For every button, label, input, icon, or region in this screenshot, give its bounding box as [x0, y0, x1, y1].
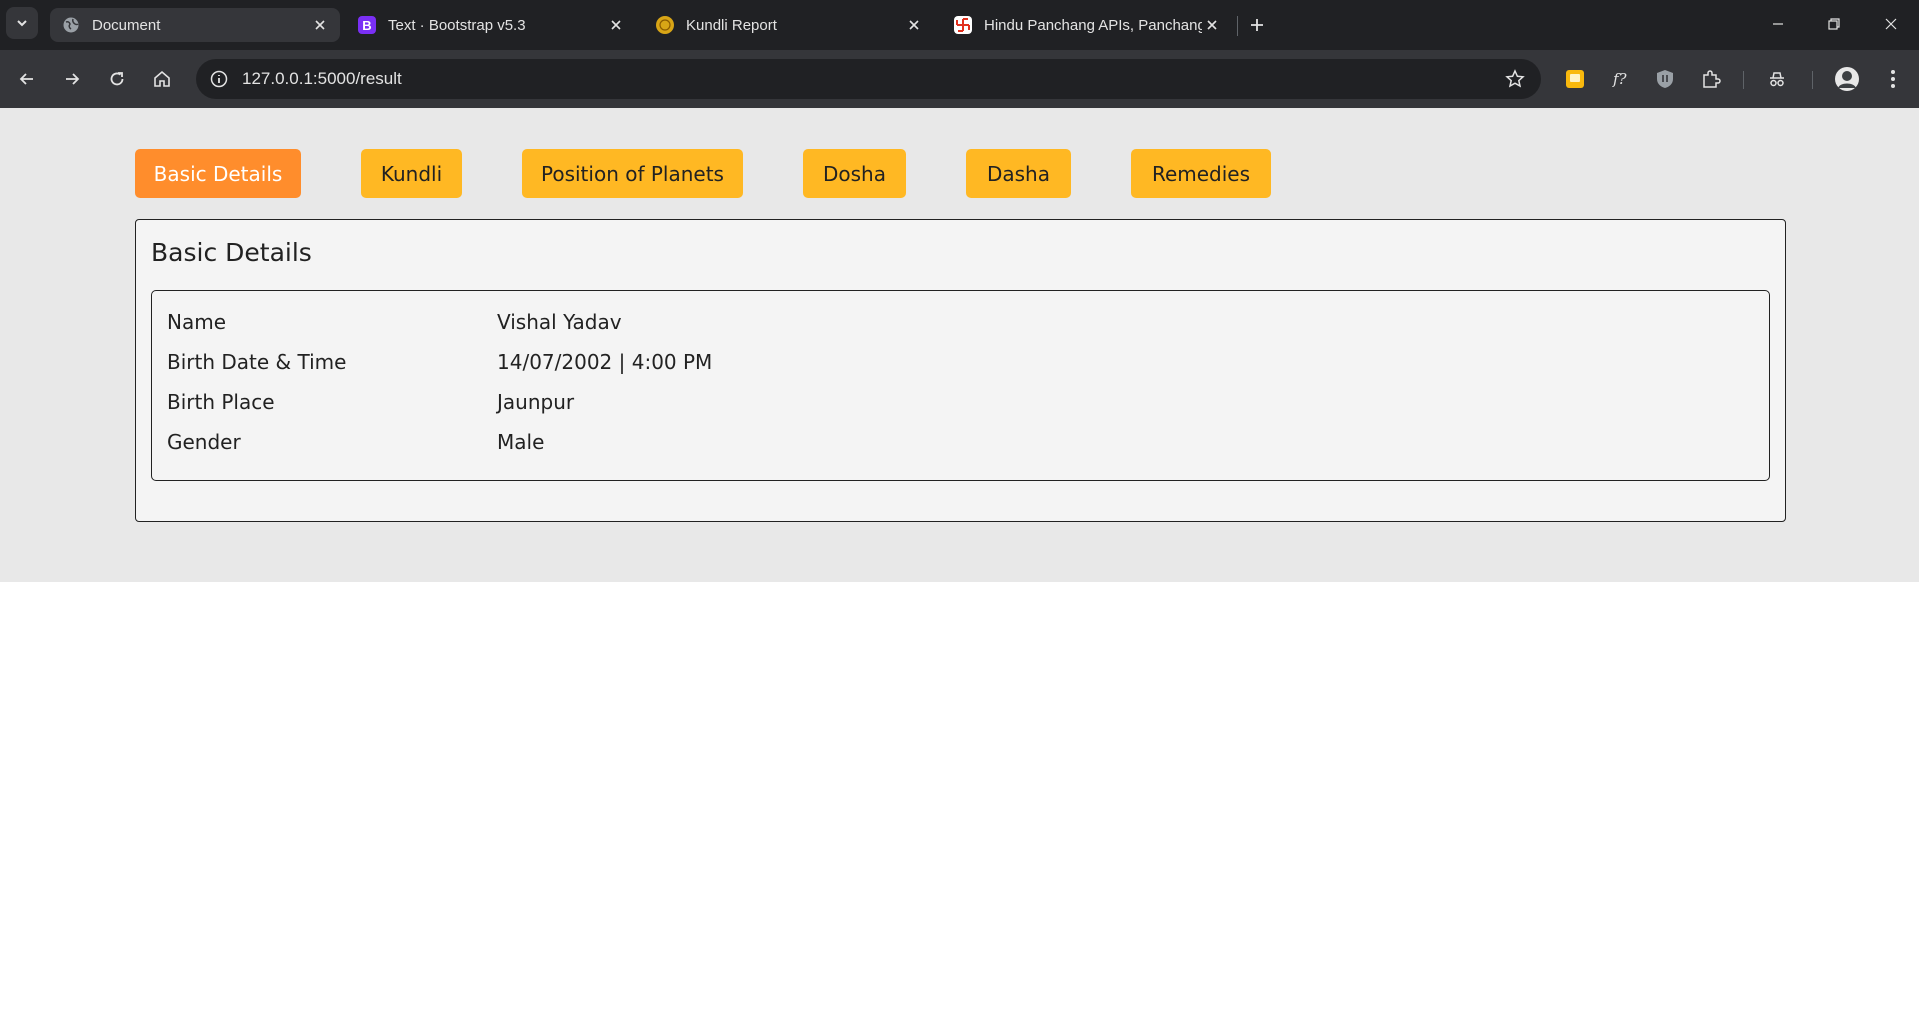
tab-title: Text · Bootstrap v5.3 [388, 16, 526, 34]
avatar-icon [1835, 67, 1859, 91]
extension-fonts-button[interactable]: f? [1606, 64, 1636, 94]
nav-dosha-button[interactable]: Dosha [803, 149, 906, 198]
extension-notes-button[interactable] [1560, 64, 1590, 94]
minimize-icon [1773, 23, 1783, 25]
puzzle-icon [1703, 70, 1721, 88]
detail-value: Vishal Yadav [497, 310, 622, 334]
new-tab-button[interactable] [1244, 12, 1270, 38]
arrow-left-icon [19, 73, 33, 85]
nav-kundli-button[interactable]: Kundli [361, 149, 462, 198]
close-icon[interactable] [1202, 15, 1222, 35]
toolbar-separator [1812, 71, 1813, 89]
kebab-menu-icon [1891, 70, 1895, 88]
detail-value: Jaunpur [497, 390, 575, 414]
browser-tab-document[interactable]: Document [50, 8, 340, 42]
detail-row-birth-date-time: Birth Date & Time 14/07/2002 | 4:00 PM [152, 346, 1769, 380]
nav-position-of-planets-button[interactable]: Position of Planets [522, 149, 743, 198]
back-button[interactable] [10, 62, 44, 96]
swastika-icon [954, 16, 972, 34]
section-title: Basic Details [151, 238, 312, 267]
browser-tab-bootstrap[interactable]: B Text · Bootstrap v5.3 [346, 8, 636, 42]
tab-title: Kundli Report [686, 16, 777, 34]
page-content: Basic Details Kundli Position of Planets… [0, 108, 1919, 582]
chevron-down-icon [17, 20, 27, 27]
star-icon [1505, 69, 1525, 88]
plus-icon [1251, 19, 1263, 31]
tab-separator [1237, 16, 1238, 36]
tab-title: Document [92, 16, 161, 34]
home-icon [154, 70, 170, 87]
detail-row-name: Name Vishal Yadav [152, 306, 1769, 340]
nav-basic-details-button[interactable]: Basic Details [135, 149, 301, 198]
info-icon [210, 70, 228, 88]
basic-details-card: Basic Details Name Vishal Yadav Birth Da… [135, 219, 1786, 522]
detail-label: Birth Place [167, 390, 275, 414]
address-bar[interactable]: 127.0.0.1:5000/result [196, 59, 1541, 99]
browser-menu-button[interactable] [1878, 64, 1908, 94]
site-info-button[interactable] [204, 64, 234, 94]
forward-button[interactable] [55, 62, 89, 96]
reload-icon [110, 72, 124, 86]
tab-title: Hindu Panchang APIs, Panchang [984, 16, 1202, 34]
nav-dasha-button[interactable]: Dasha [966, 149, 1071, 198]
browser-toolbar: 127.0.0.1:5000/result f? [0, 50, 1919, 108]
browser-tab-kundli-report[interactable]: Kundli Report [644, 8, 934, 42]
arrow-right-icon [66, 73, 80, 85]
tab-search-button[interactable] [6, 7, 38, 39]
bookmark-star-button[interactable] [1503, 67, 1527, 91]
detail-value: 14/07/2002 | 4:00 PM [497, 350, 713, 374]
details-table: Name Vishal Yadav Birth Date & Time 14/0… [151, 290, 1770, 481]
browser-tab-panchang[interactable]: Hindu Panchang APIs, Panchang [942, 8, 1232, 42]
browser-tabstrip: Document B Text · Bootstrap v5.3 Kundli … [0, 0, 1919, 50]
kundli-logo-icon [656, 16, 674, 34]
detail-value: Male [497, 430, 545, 454]
profile-avatar-button[interactable] [1832, 64, 1862, 94]
detail-row-gender: Gender Male [152, 426, 1769, 460]
extensions-button[interactable] [1696, 64, 1726, 94]
detail-label: Birth Date & Time [167, 350, 347, 374]
toolbar-separator [1743, 71, 1744, 89]
sticky-note-icon [1566, 70, 1584, 88]
spy-icon [1770, 72, 1784, 87]
url-text[interactable]: 127.0.0.1:5000/result [242, 69, 402, 89]
restore-icon [1828, 18, 1840, 30]
close-icon [1885, 18, 1897, 30]
incognito-button[interactable] [1762, 64, 1792, 94]
shield-icon [1657, 70, 1673, 88]
minimize-button[interactable] [1758, 8, 1798, 40]
close-icon[interactable] [904, 15, 924, 35]
detail-row-birth-place: Birth Place Jaunpur [152, 386, 1769, 420]
detail-label: Name [167, 310, 227, 334]
bootstrap-icon: B [358, 16, 376, 34]
font-icon: f? [1612, 70, 1628, 88]
extension-shield-button[interactable] [1650, 64, 1680, 94]
detail-label: Gender [167, 430, 241, 454]
reload-button[interactable] [100, 62, 134, 96]
restore-button[interactable] [1814, 8, 1854, 40]
close-icon[interactable] [310, 15, 330, 35]
nav-remedies-button[interactable]: Remedies [1131, 149, 1271, 198]
window-close-button[interactable] [1871, 8, 1911, 40]
globe-icon [62, 16, 80, 34]
home-button[interactable] [145, 62, 179, 96]
close-icon[interactable] [606, 15, 626, 35]
svg-text:f?: f? [1612, 70, 1628, 88]
